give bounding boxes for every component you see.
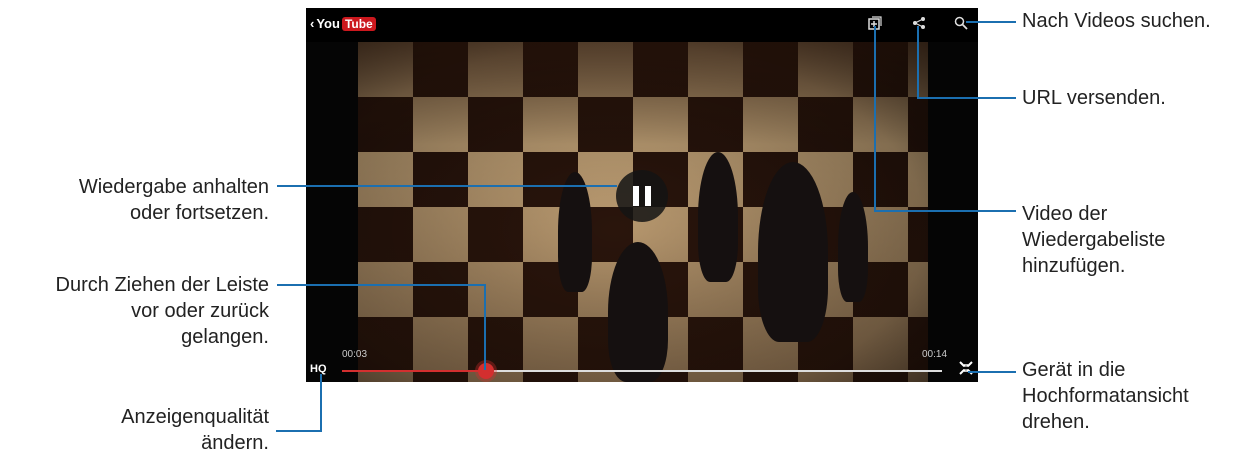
callout-line-pause (277, 185, 617, 187)
youtube-logo[interactable]: ‹ You Tube (310, 16, 376, 31)
callout-playlist-line: Wiedergabeliste (1022, 229, 1166, 251)
quality-button[interactable]: HQ (310, 363, 327, 375)
video-player: ‹ You Tube 00:03 00:14 HQ (306, 8, 978, 382)
chess-piece (558, 172, 592, 292)
chess-piece (758, 162, 828, 342)
total-duration: 00:14 (922, 349, 948, 360)
callout-quality-line: ändern. (201, 432, 269, 454)
callout-playlist-line: hinzufügen. (1022, 255, 1126, 277)
pause-icon (633, 186, 639, 206)
callout-line-quality (320, 374, 322, 432)
search-icon[interactable] (952, 16, 970, 34)
callout-line-search (966, 21, 1016, 23)
callout-playlist: Video der Wiedergabeliste hinzufügen. (1022, 201, 1165, 279)
player-topbar: ‹ You Tube (306, 8, 978, 42)
back-chevron-icon[interactable]: ‹ (310, 16, 314, 31)
callout-seek-line: vor oder zurück (131, 300, 269, 322)
callout-rotate-line: drehen. (1022, 411, 1090, 433)
callout-share: URL versenden. (1022, 87, 1166, 109)
callout-search: Nach Videos suchen. (1022, 10, 1211, 32)
callout-line-rotate (968, 371, 1016, 373)
callout-seek: Durch Ziehen der Leiste vor oder zurück … (56, 272, 269, 350)
callout-line-share (917, 97, 1016, 99)
logo-tube: Tube (341, 16, 376, 31)
chess-piece (838, 192, 868, 302)
pause-button[interactable] (616, 170, 668, 222)
callout-seek-line: Durch Ziehen der Leiste (55, 274, 269, 296)
callout-quality-line: Anzeigenqualität (121, 406, 269, 428)
callout-line-share (917, 26, 919, 98)
callout-rotate-line: Hochformatansicht (1022, 385, 1189, 407)
callout-line-playlist (874, 210, 1016, 212)
elapsed-time: 00:03 (342, 349, 368, 360)
seek-bar[interactable] (342, 370, 942, 372)
callout-playlist-line: Video der (1022, 203, 1108, 225)
seek-bar-progress (342, 370, 486, 372)
callout-rotate-line: Gerät in die (1022, 359, 1126, 381)
pause-icon-bar (645, 186, 651, 206)
callout-line-playlist (874, 26, 876, 211)
callout-line-quality (276, 430, 322, 432)
logo-you: You (316, 16, 340, 31)
callout-seek-line: gelangen. (181, 326, 269, 348)
callout-quality: Anzeigenqualität ändern. (121, 404, 269, 456)
callout-pause-line: oder fortsetzen. (130, 202, 269, 224)
callout-line-seek (484, 284, 486, 370)
share-icon[interactable] (910, 16, 928, 34)
callout-pause-line: Wiedergabe anhalten (78, 176, 269, 198)
callout-line-seek (277, 284, 485, 286)
callout-pause: Wiedergabe anhalten oder fortsetzen. (79, 174, 269, 226)
callout-rotate: Gerät in die Hochformatansicht drehen. (1022, 357, 1189, 435)
chess-piece (698, 152, 738, 282)
chess-piece (608, 242, 668, 382)
seek-handle[interactable] (478, 363, 494, 379)
